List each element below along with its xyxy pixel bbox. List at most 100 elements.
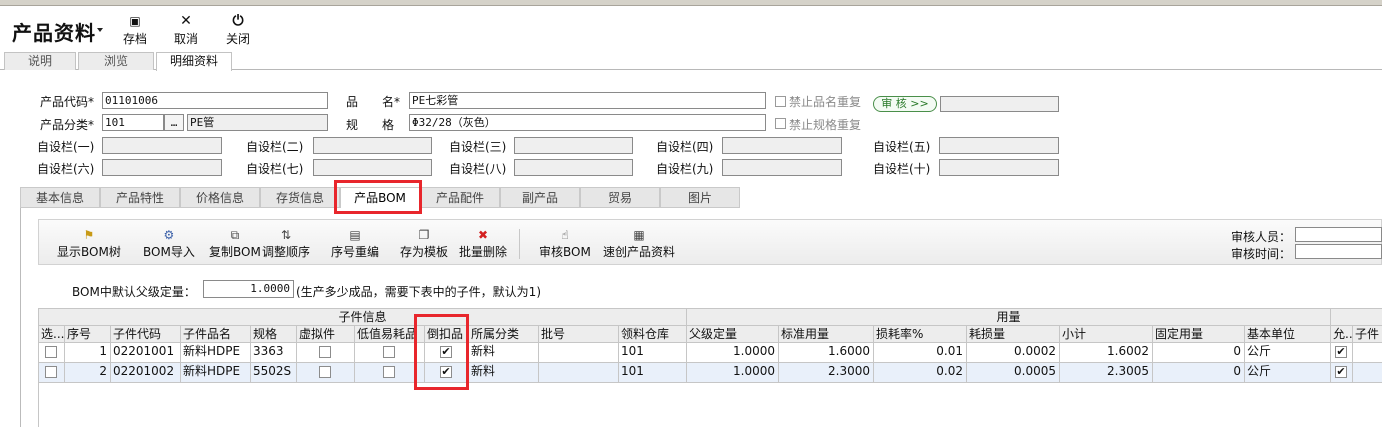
cell-consumable[interactable]	[355, 343, 425, 363]
subtab-byproduct[interactable]: 副产品	[500, 187, 580, 208]
show-bom-tree-button[interactable]: ⚑ 显示BOM树	[57, 227, 121, 260]
col-code[interactable]: 子件代码	[111, 326, 181, 343]
spec-input[interactable]: Φ32/28（灰色）	[409, 114, 766, 131]
consumable-checkbox[interactable]	[383, 346, 395, 358]
subtab-images[interactable]: 图片	[660, 187, 740, 208]
audit-button[interactable]: 审 核 >>	[873, 96, 937, 112]
custom-field-8-input[interactable]	[514, 159, 633, 176]
allow-checkbox[interactable]: ✔	[1335, 366, 1347, 378]
product-code-input[interactable]: 01101006	[102, 92, 328, 109]
subtab-accessories[interactable]: 产品配件	[420, 187, 500, 208]
save-button[interactable]: ▣ 存档	[113, 12, 157, 50]
virtual-checkbox[interactable]	[319, 346, 331, 358]
custom-field-3-input[interactable]	[514, 137, 633, 154]
subtab-basic[interactable]: 基本信息	[20, 187, 100, 208]
custom-field-9-input[interactable]	[722, 159, 842, 176]
row-select-checkbox[interactable]	[45, 366, 57, 378]
col-category[interactable]: 所属分类	[469, 326, 539, 343]
cell-category[interactable]: 新料	[469, 363, 539, 383]
category-browse-button[interactable]: …	[164, 114, 184, 131]
cell-subtotal[interactable]: 1.6002	[1060, 343, 1153, 363]
col-std-qty[interactable]: 标准用量	[779, 326, 874, 343]
col-spec[interactable]: 规格	[251, 326, 297, 343]
no-dup-spec-checkbox[interactable]	[775, 118, 786, 129]
cell-loss-qty[interactable]: 0.0002	[967, 343, 1060, 363]
cell-seq[interactable]: 1	[65, 343, 111, 363]
cell-child-extra[interactable]	[1353, 363, 1382, 383]
table-row[interactable]	[39, 343, 65, 363]
product-name-input[interactable]: PE七彩管	[409, 92, 766, 109]
col-loss-qty[interactable]: 耗损量	[967, 326, 1060, 343]
backflush-checkbox[interactable]: ✔	[440, 346, 452, 358]
custom-field-1-input[interactable]	[102, 137, 222, 154]
cell-child-extra[interactable]	[1353, 343, 1382, 363]
cell-category[interactable]: 新料	[469, 343, 539, 363]
col-consumable[interactable]: 低值易耗品	[355, 326, 425, 343]
custom-field-2-input[interactable]	[313, 137, 432, 154]
col-select[interactable]: 选...	[39, 326, 65, 343]
close-button[interactable]: ⏻ 关闭	[216, 12, 260, 50]
col-fixed-qty[interactable]: 固定用量	[1153, 326, 1245, 343]
renumber-button[interactable]: ▤ 序号重编	[331, 227, 379, 260]
cell-subtotal[interactable]: 2.3005	[1060, 363, 1153, 383]
custom-field-10-input[interactable]	[939, 159, 1059, 176]
cell-std-qty[interactable]: 1.6000	[779, 343, 874, 363]
col-parent-qty[interactable]: 父级定量	[687, 326, 779, 343]
cell-backflush[interactable]: ✔	[425, 343, 469, 363]
audit-bom-button[interactable]: ☝ 审核BOM	[539, 227, 591, 260]
allow-checkbox[interactable]: ✔	[1335, 346, 1347, 358]
cell-seq[interactable]: 2	[65, 363, 111, 383]
cell-allow[interactable]: ✔	[1331, 363, 1353, 383]
tab-browse[interactable]: 浏览	[78, 52, 154, 70]
subtab-features[interactable]: 产品特性	[100, 187, 180, 208]
cell-fixed-qty[interactable]: 0	[1153, 363, 1245, 383]
cell-virtual[interactable]	[297, 363, 355, 383]
row-select-checkbox[interactable]	[45, 346, 57, 358]
col-subtotal[interactable]: 小计	[1060, 326, 1153, 343]
col-batch[interactable]: 批号	[539, 326, 619, 343]
subtab-bom[interactable]: 产品BOM	[340, 187, 420, 208]
col-allow[interactable]: 允...	[1331, 326, 1353, 343]
tab-description[interactable]: 说明	[4, 52, 76, 70]
cell-unit[interactable]: 公斤	[1245, 363, 1331, 383]
cell-std-qty[interactable]: 2.3000	[779, 363, 874, 383]
category-code-input[interactable]: 101	[102, 114, 164, 131]
custom-field-7-input[interactable]	[313, 159, 432, 176]
cell-allow[interactable]: ✔	[1331, 343, 1353, 363]
cell-fixed-qty[interactable]: 0	[1153, 343, 1245, 363]
col-loss-rate[interactable]: 损耗率%	[874, 326, 967, 343]
bom-default-qty-input[interactable]: 1.0000	[203, 280, 294, 298]
cell-parent-qty[interactable]: 1.0000	[687, 343, 779, 363]
cell-loss-rate[interactable]: 0.02	[874, 363, 967, 383]
backflush-checkbox[interactable]: ✔	[440, 366, 452, 378]
cell-virtual[interactable]	[297, 343, 355, 363]
cell-name[interactable]: 新料HDPE	[181, 363, 251, 383]
cell-warehouse[interactable]: 101	[619, 343, 687, 363]
title-dropdown-icon[interactable]	[97, 28, 103, 32]
cell-spec[interactable]: 5502S	[251, 363, 297, 383]
col-unit[interactable]: 基本单位	[1245, 326, 1331, 343]
col-backflush[interactable]: 倒扣品	[425, 326, 469, 343]
subtab-trade[interactable]: 贸易	[580, 187, 660, 208]
quick-create-product-button[interactable]: ▦ 速创产品资料	[603, 227, 675, 260]
cell-consumable[interactable]	[355, 363, 425, 383]
col-warehouse[interactable]: 领料仓库	[619, 326, 687, 343]
virtual-checkbox[interactable]	[319, 366, 331, 378]
cell-unit[interactable]: 公斤	[1245, 343, 1331, 363]
cell-batch[interactable]	[539, 363, 619, 383]
consumable-checkbox[interactable]	[383, 366, 395, 378]
col-seq[interactable]: 序号	[65, 326, 111, 343]
table-row[interactable]	[39, 363, 65, 383]
tab-detail[interactable]: 明细资料	[156, 52, 232, 71]
cell-batch[interactable]	[539, 343, 619, 363]
cancel-button[interactable]: ✕ 取消	[164, 12, 208, 50]
cell-spec[interactable]: 3363	[251, 343, 297, 363]
no-dup-name-checkbox[interactable]	[775, 96, 786, 107]
cell-warehouse[interactable]: 101	[619, 363, 687, 383]
save-template-button[interactable]: ❐ 存为模板	[400, 227, 448, 260]
reorder-button[interactable]: ⇅ 调整顺序	[262, 227, 310, 260]
cell-parent-qty[interactable]: 1.0000	[687, 363, 779, 383]
cell-code[interactable]: 02201001	[111, 343, 181, 363]
batch-delete-button[interactable]: ✖ 批量删除	[459, 227, 507, 260]
cell-code[interactable]: 02201002	[111, 363, 181, 383]
